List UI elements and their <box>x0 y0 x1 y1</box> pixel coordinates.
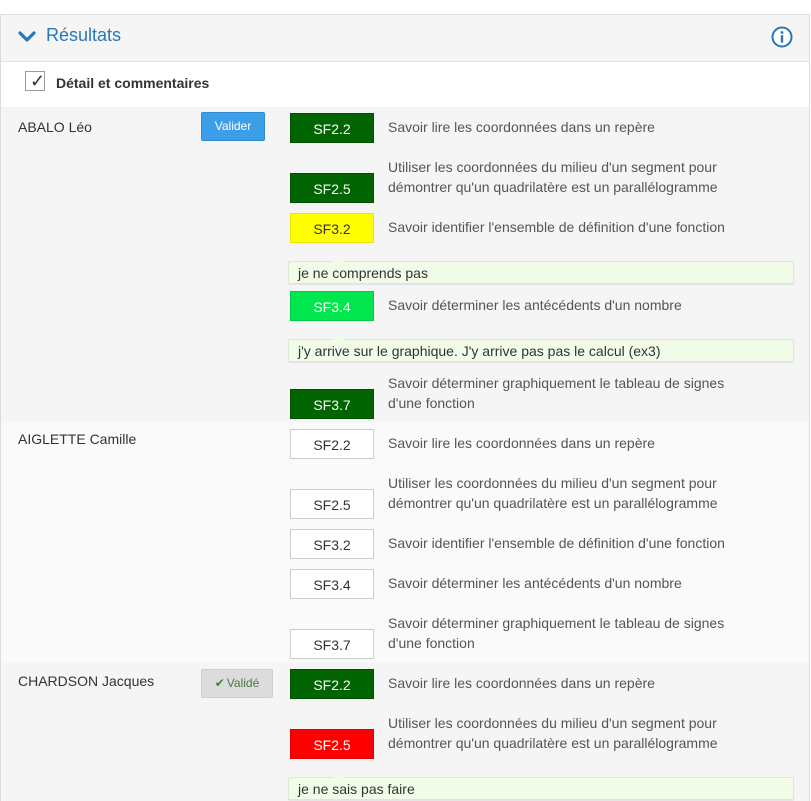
skill-description: Savoir lire les coordonnées dans un repè… <box>388 435 655 451</box>
chevron-down-icon[interactable] <box>18 30 36 44</box>
student-row: AIGLETTE Camille SF2.2 Savoir lire les c… <box>1 423 809 663</box>
validate-button[interactable]: Valider <box>201 112 265 141</box>
skill-description: Utiliser les coordonnées du milieu d'un … <box>388 475 718 511</box>
skill-description: Savoir lire les coordonnées dans un repè… <box>388 675 655 691</box>
check-icon: ✔ <box>214 676 225 690</box>
student-name: CHARDSON Jacques <box>18 673 155 689</box>
skill-description: Savoir lire les coordonnées dans un repè… <box>388 119 655 135</box>
detail-label: Détail et commentaires <box>56 75 210 91</box>
skill-badge[interactable]: SF3.7 <box>290 389 374 419</box>
validated-button[interactable]: ✔ Validé <box>201 669 273 698</box>
skill-badge[interactable]: SF3.4 <box>290 569 374 599</box>
skill-badge[interactable]: SF2.5 <box>290 173 374 203</box>
skill-description: Savoir déterminer graphiquement le table… <box>388 375 725 411</box>
skill-badge[interactable]: SF3.4 <box>290 291 374 321</box>
skill-badge[interactable]: SF3.2 <box>290 213 374 243</box>
student-row: CHARDSON Jacques ✔ Validé SF2.2 Savoir li… <box>1 663 809 801</box>
results-panel: Résultats ✓ Détail et commentaires ABALO… <box>0 14 810 801</box>
skill-badge[interactable]: SF2.5 <box>290 489 374 519</box>
skill-description: Savoir identifier l'ensemble de définiti… <box>388 219 725 235</box>
results-title: Résultats <box>46 25 122 45</box>
skill-badge[interactable]: SF3.2 <box>290 529 374 559</box>
skill-comment: je ne comprends pas <box>288 256 794 284</box>
skill-badge[interactable]: SF2.2 <box>290 429 374 459</box>
student-row: ABALO Léo Valider SF2.2 Savoir lire les … <box>1 107 809 423</box>
skill-description: Savoir déterminer les antécédents d'un n… <box>388 297 682 313</box>
student-name: AIGLETTE Camille <box>18 431 137 447</box>
skill-description: Savoir déterminer les antécédents d'un n… <box>388 575 682 591</box>
skill-badge[interactable]: SF3.7 <box>290 629 374 659</box>
skill-comment: je ne sais pas faire <box>288 772 794 800</box>
check-icon: ✓ <box>30 71 46 91</box>
detail-checkbox[interactable]: ✓ <box>25 71 45 91</box>
skill-badge[interactable]: SF2.2 <box>290 113 374 143</box>
skill-description: Savoir identifier l'ensemble de définiti… <box>388 535 725 551</box>
skill-description: Utiliser les coordonnées du milieu d'un … <box>388 159 718 195</box>
skill-comment: j'y arrive sur le graphique. J'y arrive … <box>288 334 794 362</box>
info-icon[interactable] <box>771 26 793 48</box>
student-name: ABALO Léo <box>18 119 92 135</box>
skill-badge[interactable]: SF2.2 <box>290 669 374 699</box>
results-header[interactable]: Résultats <box>1 15 809 62</box>
skill-description: Utiliser les coordonnées du milieu d'un … <box>388 715 718 751</box>
skill-description: Savoir déterminer graphiquement le table… <box>388 615 725 651</box>
skill-badge[interactable]: SF2.5 <box>290 729 374 759</box>
